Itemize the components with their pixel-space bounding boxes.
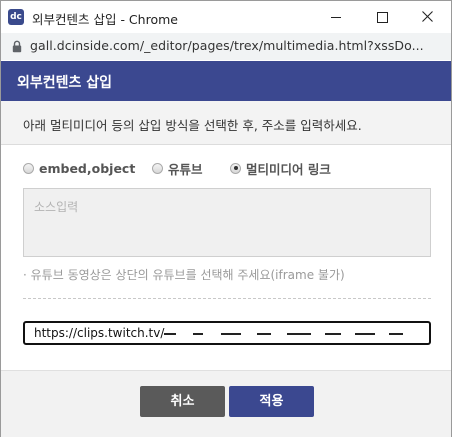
page-url: gall.dcinside.com/_editor/pages/trex/mul… [30, 38, 424, 53]
redacted-url-segment [389, 333, 403, 335]
radio-label: 유튜브 [168, 161, 203, 177]
source-placeholder: 소스입력 [34, 200, 79, 214]
minimize-button[interactable] [313, 1, 359, 33]
redacted-url-segment [325, 333, 341, 335]
radio-unchecked-icon [152, 162, 163, 174]
insert-method-options: embed,object 유튜브 멀티미디어 링크 [23, 159, 443, 177]
window-title: 외부컨텐츠 삽입 - Chrome [32, 12, 178, 27]
browser-window: dc 외부컨텐츠 삽입 - Chrome gall.dcinside.com/_… [0, 0, 452, 437]
maximize-button[interactable] [359, 1, 405, 33]
title-bar: dc 외부컨텐츠 삽입 - Chrome [1, 1, 451, 33]
address-bar[interactable]: gall.dcinside.com/_editor/pages/trex/mul… [1, 33, 451, 60]
redacted-url-segment [287, 333, 311, 335]
dialog-footer: 취소 적용 [1, 370, 451, 437]
lock-icon [12, 40, 22, 53]
description-text: 아래 멀티미디어 등의 삽입 방식을 선택한 후, 주소를 입력하세요. [23, 118, 362, 133]
cancel-button[interactable]: 취소 [140, 386, 225, 417]
apply-button[interactable]: 적용 [229, 386, 314, 417]
dialog-title: 외부컨텐츠 삽입 [17, 75, 113, 91]
redacted-url-segment [164, 333, 176, 335]
dcinside-app-icon: dc [8, 9, 24, 25]
media-url-value: https://clips.twitch.tv/ [34, 326, 165, 340]
radio-checked-icon [230, 162, 241, 174]
radio-embed-object[interactable]: embed,object [23, 159, 135, 177]
radio-unchecked-icon [23, 162, 34, 174]
redacted-url-segment [355, 333, 375, 335]
close-icon [422, 11, 433, 22]
redacted-url-segment [221, 333, 241, 335]
description-bar: 아래 멀티미디어 등의 삽입 방식을 선택한 후, 주소를 입력하세요. [1, 101, 451, 145]
radio-label: 멀티미디어 링크 [246, 161, 331, 177]
radio-label: embed,object [39, 160, 136, 176]
media-url-input[interactable]: https://clips.twitch.tv/ [23, 321, 431, 345]
redacted-url-segment [193, 333, 203, 335]
close-window-button[interactable] [405, 1, 451, 33]
dialog-header: 외부컨텐츠 삽입 [1, 61, 451, 101]
radio-youtube[interactable]: 유튜브 [152, 159, 203, 177]
youtube-note: · 유튜브 동영상은 상단의 유튜브를 선택해 주세요(iframe 불가) [23, 268, 345, 282]
redacted-url-segment [257, 333, 271, 335]
radio-multimedia-link[interactable]: 멀티미디어 링크 [230, 159, 331, 177]
source-input[interactable]: 소스입력 [23, 188, 431, 257]
dashed-divider [23, 298, 431, 299]
